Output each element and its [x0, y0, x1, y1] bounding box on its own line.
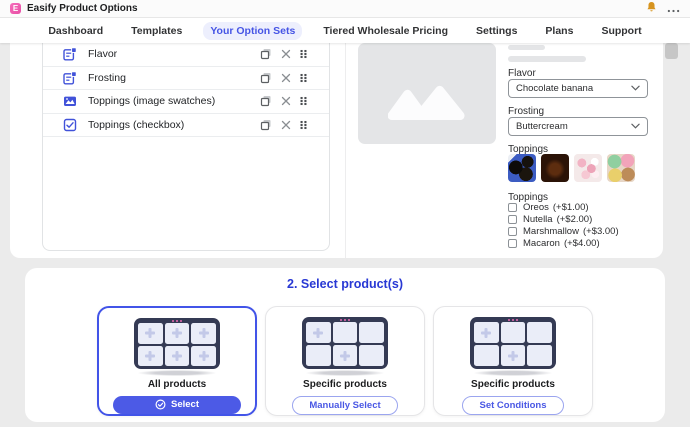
tab-templates[interactable]: Templates [124, 22, 189, 40]
tab-support[interactable]: Support [594, 22, 648, 40]
duplicate-icon[interactable] [260, 95, 272, 107]
delete-icon[interactable] [281, 73, 291, 83]
checkbox-option-icon [63, 118, 77, 132]
check-circle-icon [155, 399, 166, 410]
duplicate-icon[interactable] [260, 48, 272, 60]
select-products-card: 2. Select product(s) All products Select [25, 268, 665, 422]
button-label: Manually Select [309, 400, 380, 411]
delete-icon[interactable] [281, 49, 291, 59]
option-preview-form: Flavor Chocolate banana Frosting Butterc… [508, 43, 658, 258]
checkbox[interactable] [508, 227, 517, 236]
option-row-label: Toppings (checkbox) [88, 119, 184, 131]
delete-icon[interactable] [281, 120, 291, 130]
checkbox-option-marshmallow[interactable]: Marshmallow (+$3.00) [508, 227, 619, 236]
flavor-select[interactable]: Chocolate banana [508, 79, 648, 98]
dropdown-option-icon [63, 71, 77, 85]
checkbox-option-oreos[interactable]: Oreos (+$1.00) [508, 203, 619, 212]
product-grid-illustration [302, 317, 388, 369]
checkbox-option-nutella[interactable]: Nutella (+$2.00) [508, 215, 619, 224]
option-row-label: Flavor [88, 48, 117, 60]
card-all-products[interactable]: All products Select [97, 306, 257, 416]
card-label: Specific products [471, 379, 555, 390]
tab-your-option-sets[interactable]: Your Option Sets [203, 22, 302, 40]
image-swatch-icon [63, 94, 77, 108]
card-label: All products [148, 379, 206, 390]
main-nav: Dashboard Templates Your Option Sets Tie… [0, 18, 690, 43]
easify-logo-icon: E [10, 3, 21, 14]
skeleton-line [508, 45, 545, 50]
option-row-flavor[interactable]: Flavor [43, 43, 329, 67]
checkbox-price: (+$3.00) [583, 226, 619, 237]
illustration-shadow [474, 370, 552, 375]
tab-settings[interactable]: Settings [469, 22, 524, 40]
frosting-label: Frosting [508, 106, 544, 117]
checkbox-label: Nutella [523, 214, 553, 225]
checkbox-label: Oreos [523, 202, 549, 213]
select-products-title: 2. Select product(s) [25, 277, 665, 291]
tab-dashboard[interactable]: Dashboard [41, 22, 110, 40]
flavor-select-value: Chocolate banana [516, 83, 593, 94]
tab-tiered-wholesale-pricing[interactable]: Tiered Wholesale Pricing [316, 22, 455, 40]
checkbox[interactable] [508, 215, 517, 224]
option-row-label: Frosting [88, 72, 126, 84]
topping-swatch-marshmallow[interactable] [574, 154, 602, 182]
scrollbar-thumb[interactable] [665, 43, 678, 59]
option-row-label: Toppings (image swatches) [88, 95, 215, 107]
duplicate-icon[interactable] [260, 72, 272, 84]
option-row-toppings-checkbox[interactable]: Toppings (checkbox) [43, 114, 329, 138]
toppings-checkbox-group: Oreos (+$1.00) Nutella (+$2.00) Marshmal… [508, 203, 619, 251]
checkbox-label: Marshmallow [523, 226, 579, 237]
checkbox-price: (+$1.00) [553, 202, 589, 213]
manually-select-button[interactable]: Manually Select [292, 396, 397, 415]
option-list-panel: Flavor Frosting Toppings (image swatch [42, 43, 330, 251]
drag-handle-icon[interactable] [300, 120, 307, 130]
notification-bell-icon[interactable] [646, 0, 657, 18]
dropdown-option-icon [63, 47, 77, 61]
mountains-icon [388, 83, 466, 126]
toppings-swatch-group [508, 154, 635, 182]
checkbox-price: (+$2.00) [557, 214, 593, 225]
card-specific-products-manual[interactable]: Specific products Manually Select [265, 306, 425, 416]
product-grid-illustration [470, 317, 556, 369]
more-options-icon[interactable] [667, 0, 680, 18]
checkbox-label: Macaron [523, 238, 560, 249]
card-specific-products-conditions[interactable]: Specific products Set Conditions [433, 306, 593, 416]
checkbox-price: (+$4.00) [564, 238, 600, 249]
option-row-frosting[interactable]: Frosting [43, 67, 329, 91]
drag-handle-icon[interactable] [300, 96, 307, 106]
skeleton-line [508, 56, 586, 62]
topping-swatch-chocolate[interactable] [541, 154, 569, 182]
duplicate-icon[interactable] [260, 119, 272, 131]
button-label: Select [171, 399, 199, 410]
illustration-shadow [306, 370, 384, 375]
frosting-select-value: Buttercream [516, 121, 568, 132]
product-image-placeholder [358, 43, 496, 144]
tab-plans[interactable]: Plans [538, 22, 580, 40]
flavor-label: Flavor [508, 68, 536, 79]
frosting-select[interactable]: Buttercream [508, 117, 648, 136]
checkbox[interactable] [508, 239, 517, 248]
button-label: Set Conditions [479, 400, 546, 411]
set-conditions-button[interactable]: Set Conditions [462, 396, 563, 415]
drag-handle-icon[interactable] [300, 73, 307, 83]
checkbox[interactable] [508, 203, 517, 212]
chevron-down-icon [631, 83, 640, 94]
panel-divider [345, 43, 346, 258]
topping-swatch-macaron[interactable] [607, 154, 635, 182]
select-button[interactable]: Select [113, 396, 241, 415]
card-label: Specific products [303, 379, 387, 390]
option-row-toppings-swatches[interactable]: Toppings (image swatches) [43, 90, 329, 114]
app-header: E Easify Product Options [0, 0, 690, 18]
chevron-down-icon [631, 121, 640, 132]
app-title: Easify Product Options [27, 3, 138, 14]
drag-handle-icon[interactable] [300, 49, 307, 59]
delete-icon[interactable] [281, 96, 291, 106]
illustration-shadow [138, 370, 216, 375]
topping-swatch-oreos[interactable] [508, 154, 536, 182]
product-grid-illustration [134, 318, 220, 369]
option-set-card: Flavor Frosting Toppings (image swatch [10, 43, 663, 258]
checkbox-option-macaron[interactable]: Macaron (+$4.00) [508, 239, 619, 248]
